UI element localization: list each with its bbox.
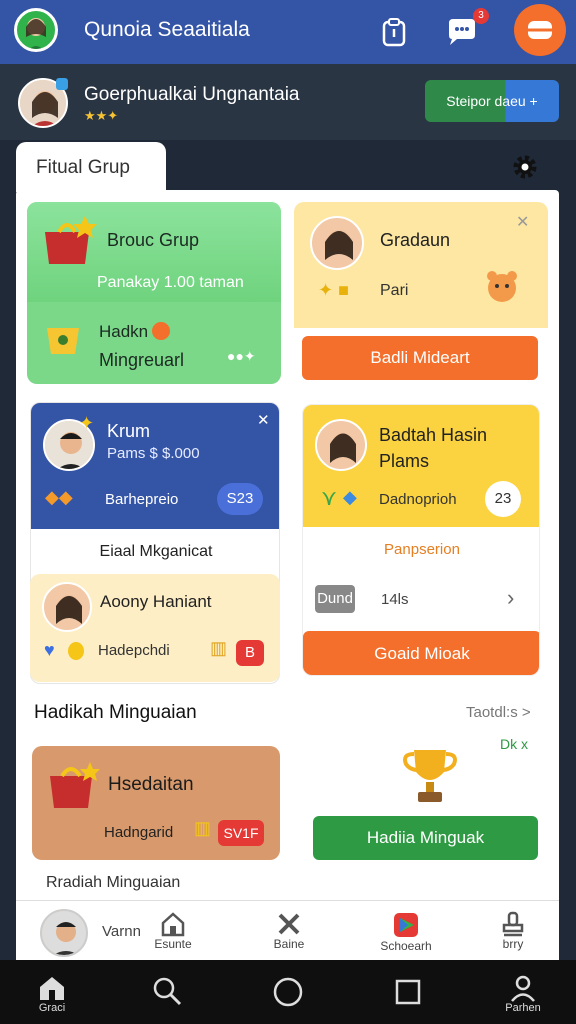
nav-label: Baine bbox=[273, 937, 305, 951]
close-icon[interactable]: ✕ bbox=[257, 411, 270, 429]
aoony-badge: B bbox=[236, 640, 264, 666]
verified-icon bbox=[56, 78, 68, 90]
square-recents-icon[interactable] bbox=[394, 978, 422, 1006]
card-title: Hsedaitan bbox=[108, 774, 194, 795]
goaid-mioak-button[interactable]: Goaid Mioak bbox=[303, 631, 539, 675]
nav-item-esunte[interactable]: Esunte bbox=[148, 911, 198, 951]
sys-profile-label: Parhen bbox=[505, 1002, 541, 1014]
card-line1: Hadkn bbox=[99, 322, 149, 341]
card-title: Aoony Haniant bbox=[100, 592, 212, 611]
rating-stars: ★★✦ bbox=[84, 108, 119, 123]
gift-bag-icon bbox=[45, 216, 97, 264]
card-title: Krum bbox=[107, 421, 151, 441]
bottom-nav: Varnn Esunte Baine Schoearh brry bbox=[16, 900, 559, 960]
steipor-button[interactable]: Steipor daeu + bbox=[425, 80, 559, 122]
card-row: Hadngarid bbox=[104, 824, 174, 841]
gift-icon: ▥ bbox=[194, 818, 212, 838]
close-icon[interactable]: ✕ bbox=[516, 212, 529, 232]
home-icon bbox=[161, 912, 185, 937]
card-footer: Eiaal Mkganicat bbox=[99, 543, 213, 560]
card-line2: Mingreuarl bbox=[99, 350, 185, 370]
wave-icon: ⋎ bbox=[321, 485, 338, 510]
person-icon bbox=[511, 975, 535, 1002]
card-title: Gradaun bbox=[380, 230, 451, 250]
badtah-avatar bbox=[315, 419, 367, 471]
card-title: Badtah Hasin bbox=[379, 425, 488, 445]
profile-strip: Goerphualkai Ungnantaia ★★✦ Steipor daeu… bbox=[0, 64, 576, 140]
badli-mideart-button[interactable]: Badli Mideart bbox=[302, 336, 538, 380]
tools-icon bbox=[278, 913, 300, 935]
card-badtah[interactable]: Badtah Hasin Plams ⋎ ◆ Dadnoprioh 23 Pan… bbox=[302, 404, 540, 676]
krum-badge: S23 bbox=[217, 483, 263, 515]
hands-icon: ◆◆ bbox=[45, 487, 73, 507]
pot-icon bbox=[47, 328, 79, 354]
trophy-icon bbox=[403, 750, 457, 802]
notification-badge: 3 bbox=[473, 8, 489, 24]
card-dots: ●●✦ bbox=[227, 348, 256, 364]
nav-label: Schoearh bbox=[380, 939, 432, 953]
card-sub: Pari bbox=[380, 282, 409, 299]
card-aoony[interactable]: Aoony Haniant ♥ Hadepchdi ▥ B bbox=[30, 574, 280, 682]
nav-avatar[interactable] bbox=[40, 909, 88, 957]
user-avatar[interactable] bbox=[14, 8, 58, 52]
card-row: Barhepreio bbox=[105, 491, 179, 508]
gradaun-avatar bbox=[310, 216, 364, 270]
crown-icon: ✦ bbox=[79, 413, 95, 433]
card-title-line2: Plams bbox=[379, 451, 430, 471]
card-gradaun[interactable]: Gradaun ✕ ✦ ■ Pari Badli Mideart bbox=[294, 202, 548, 384]
aoony-avatar bbox=[42, 582, 92, 632]
hedaitan-badge: SV1F bbox=[218, 820, 264, 846]
nav-label: brry bbox=[502, 937, 524, 951]
gear-icon[interactable] bbox=[510, 152, 540, 182]
sys-profile[interactable]: Parhen bbox=[498, 974, 548, 1014]
nav-user-label: Varnn bbox=[102, 923, 141, 940]
coin-icon bbox=[68, 642, 84, 660]
store-icon bbox=[394, 913, 418, 937]
section-link[interactable]: Taotdl:s > bbox=[466, 704, 531, 721]
hadiia-minguak-button[interactable]: Hadiia Minguak bbox=[313, 816, 538, 860]
fire-badge-icon bbox=[152, 322, 170, 340]
badtah-badge: 23 bbox=[485, 481, 521, 517]
badtah-link[interactable]: Panpserion bbox=[303, 541, 539, 558]
stamp-icon bbox=[502, 911, 524, 937]
sys-home-label: Graci bbox=[38, 1002, 66, 1014]
profile-name: Goerphualkai Ungnantaia bbox=[84, 84, 300, 105]
card-row: Hadepchdi bbox=[98, 642, 170, 659]
nav-item-brry[interactable]: brry bbox=[488, 911, 538, 951]
home-icon bbox=[40, 977, 64, 1000]
nav-item-schoearh[interactable]: Schoearh bbox=[376, 911, 436, 953]
bear-icon bbox=[487, 271, 517, 302]
menu-button[interactable] bbox=[514, 4, 566, 56]
sys-home[interactable]: Graci bbox=[30, 974, 74, 1014]
app-title: Qunoia Seaaitiala bbox=[84, 18, 250, 41]
card-subtitle: Panakay 1.00 taman bbox=[97, 274, 244, 291]
top-bar: Qunoia Seaaitiala 3 bbox=[0, 0, 576, 64]
chevron-right-icon[interactable]: › bbox=[507, 585, 514, 611]
system-nav: Graci Parhen bbox=[0, 960, 576, 1024]
badtah-count: 14ls bbox=[381, 591, 409, 608]
card-hedaitan[interactable]: Hsedaitan Hadngarid ▥ SV1F bbox=[32, 746, 280, 860]
dund-tag: Dund bbox=[315, 585, 355, 613]
card-sub: Pams $ $.000 bbox=[107, 445, 200, 462]
footer-text: Rradiah Minguaian bbox=[46, 874, 181, 891]
card-broad-grup[interactable]: Brouc Grup Panakay 1.00 taman Hadkn Ming… bbox=[27, 202, 281, 384]
chat-bubble-icon: ◆ bbox=[343, 487, 357, 507]
section-sub: Dk x bbox=[500, 736, 528, 752]
heart-icon: ♥ bbox=[44, 640, 55, 660]
circle-home-icon[interactable] bbox=[272, 976, 304, 1008]
star-icons: ✦ ■ bbox=[318, 280, 349, 300]
gift-icon: ▥ bbox=[210, 638, 228, 658]
search-icon[interactable] bbox=[152, 976, 182, 1006]
section-title: Hadikah Minguaian bbox=[34, 702, 197, 723]
clipboard-icon[interactable] bbox=[376, 14, 412, 50]
gift-bag-icon bbox=[50, 762, 100, 808]
card-title: Brouc Grup bbox=[107, 230, 200, 250]
nav-item-baine[interactable]: Baine bbox=[264, 911, 314, 951]
card-row: Dadnoprioh bbox=[379, 491, 457, 508]
nav-label: Esunte bbox=[154, 937, 192, 951]
tab-fitual-grup[interactable]: Fitual Grup bbox=[16, 142, 166, 192]
